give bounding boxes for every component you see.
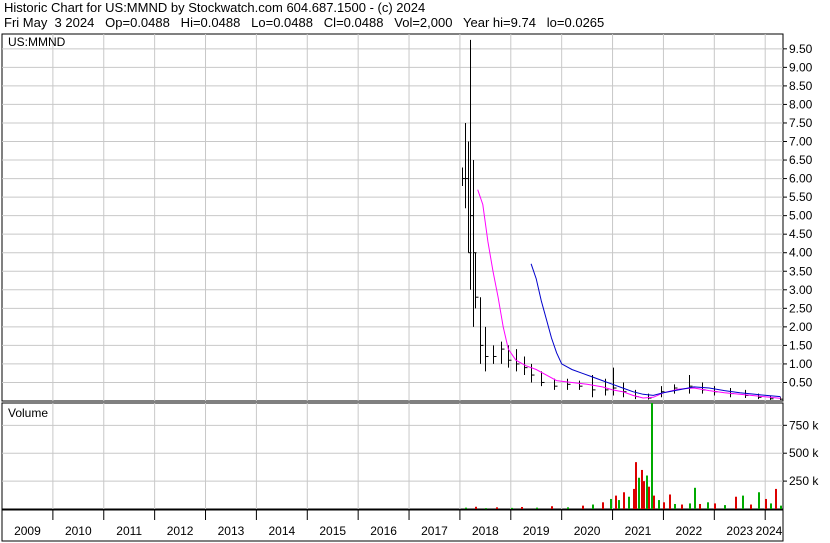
volume-bar — [724, 505, 726, 509]
volume-bar — [707, 502, 709, 509]
x-tick-label: 2016 — [370, 524, 397, 538]
volume-bar — [638, 477, 640, 509]
price-y-tick-label: 5.00 — [789, 209, 813, 223]
price-y-axis: 0.50 1.00 1.50 2.00 2.50 3.00 3.50 4.00 4.50 5.00… — [783, 42, 813, 389]
price-y-tick-label: 3.00 — [789, 283, 813, 297]
volume-bar — [758, 492, 760, 509]
price-plot-frame — [1, 33, 784, 402]
x-tick-label: 2018 — [472, 524, 499, 538]
volume-bar — [770, 503, 772, 509]
volume-bar — [643, 481, 645, 509]
volume-bar — [602, 502, 604, 509]
price-y-tick-label: 7.00 — [789, 135, 813, 149]
price-y-tick-label: 4.00 — [789, 246, 813, 260]
x-tick-label: 2022 — [676, 524, 703, 538]
volume-bar — [689, 503, 691, 509]
volume-bar — [615, 495, 617, 509]
x-tick-label: 2015 — [319, 524, 346, 538]
volume-y-axis: 250 k 500 k 750 k — [783, 418, 819, 488]
x-tick-label: 2024 — [756, 524, 783, 538]
volume-bar — [475, 506, 477, 509]
volume-bar — [592, 504, 594, 509]
volume-bar — [651, 403, 653, 509]
volume-bar — [521, 506, 523, 509]
x-tick-label: 2009 — [14, 524, 41, 538]
price-y-tick-label: 0.50 — [789, 375, 813, 389]
volume-bar — [485, 508, 487, 510]
x-tick-label: 2010 — [65, 524, 92, 538]
volume-bar — [699, 503, 701, 509]
volume-y-tick-label: 750 k — [789, 418, 819, 432]
volume-bar — [551, 506, 553, 509]
volume-panel: 250 k 500 k 750 k Volume — [1, 402, 819, 510]
volume-bar — [714, 503, 716, 509]
price-y-tick-label: 5.50 — [789, 190, 813, 204]
volume-bar — [618, 500, 620, 509]
price-y-tick-label: 6.50 — [789, 153, 813, 167]
volume-plot-frame — [1, 402, 784, 510]
volume-bar — [567, 507, 569, 509]
volume-bar — [674, 503, 676, 509]
x-tick-label: 2014 — [268, 524, 295, 538]
volume-bar — [780, 505, 782, 509]
price-y-tick-label: 8.00 — [789, 97, 813, 111]
volume-bar — [669, 494, 671, 509]
price-y-tick-label: 9.50 — [789, 42, 813, 56]
stock-chart: 0.50 1.00 1.50 2.00 2.50 3.00 3.50 4.00 4.50 5.00… — [1, 33, 819, 542]
symbol-label: US:MMND — [8, 35, 66, 49]
price-y-tick-label: 8.50 — [789, 79, 813, 93]
x-tick-label: 2013 — [218, 524, 245, 538]
volume-bar — [694, 487, 696, 509]
x-tick-label: 2021 — [625, 524, 652, 538]
x-axis: 2009 2010 2011 2012 2013 2014 2015 2016 2017 2018… — [1, 509, 784, 542]
volume-bar — [511, 507, 513, 509]
x-tick-label: 2019 — [523, 524, 550, 538]
volume-y-tick-label: 500 k — [789, 446, 819, 460]
volume-bar — [681, 504, 683, 509]
volume-bar — [646, 475, 648, 509]
volume-bar — [775, 488, 777, 509]
volume-y-tick-label: 250 k — [789, 474, 819, 488]
volume-bar — [653, 495, 655, 509]
x-tick-label: 2011 — [116, 524, 142, 538]
price-y-tick-label: 7.50 — [789, 116, 813, 130]
volume-bar — [663, 502, 665, 509]
volume-bar — [582, 505, 584, 509]
price-y-tick-label: 9.00 — [789, 60, 813, 74]
volume-bar — [742, 495, 744, 509]
price-y-tick-label: 1.00 — [789, 357, 813, 371]
x-tick-label: 2012 — [167, 524, 194, 538]
volume-bar — [536, 507, 538, 509]
volume-bar — [496, 507, 498, 509]
price-y-tick-label: 6.00 — [789, 172, 813, 186]
volume-label: Volume — [8, 406, 48, 420]
volume-bar — [750, 504, 752, 509]
volume-bar — [628, 496, 630, 509]
volume-bar — [635, 462, 637, 509]
price-y-tick-label: 1.50 — [789, 338, 813, 352]
volume-bar — [735, 496, 737, 509]
price-y-tick-label: 4.50 — [789, 227, 813, 241]
price-y-tick-label: 2.50 — [789, 301, 813, 315]
volume-bar — [465, 507, 467, 509]
volume-bar — [641, 469, 643, 509]
volume-bar — [658, 500, 660, 509]
price-y-tick-label: 3.50 — [789, 264, 813, 278]
volume-bar — [633, 488, 635, 509]
volume-bar — [610, 498, 612, 509]
volume-bar — [623, 492, 625, 509]
price-y-tick-label: 2.00 — [789, 320, 813, 334]
volume-bar — [648, 486, 650, 509]
x-tick-label: 2023 — [726, 524, 753, 538]
volume-bar — [765, 498, 767, 509]
price-panel: 0.50 1.00 1.50 2.00 2.50 3.00 3.50 4.00 4.50 5.00… — [1, 33, 813, 402]
x-tick-label: 2017 — [421, 524, 448, 538]
x-tick-label: 2020 — [574, 524, 601, 538]
